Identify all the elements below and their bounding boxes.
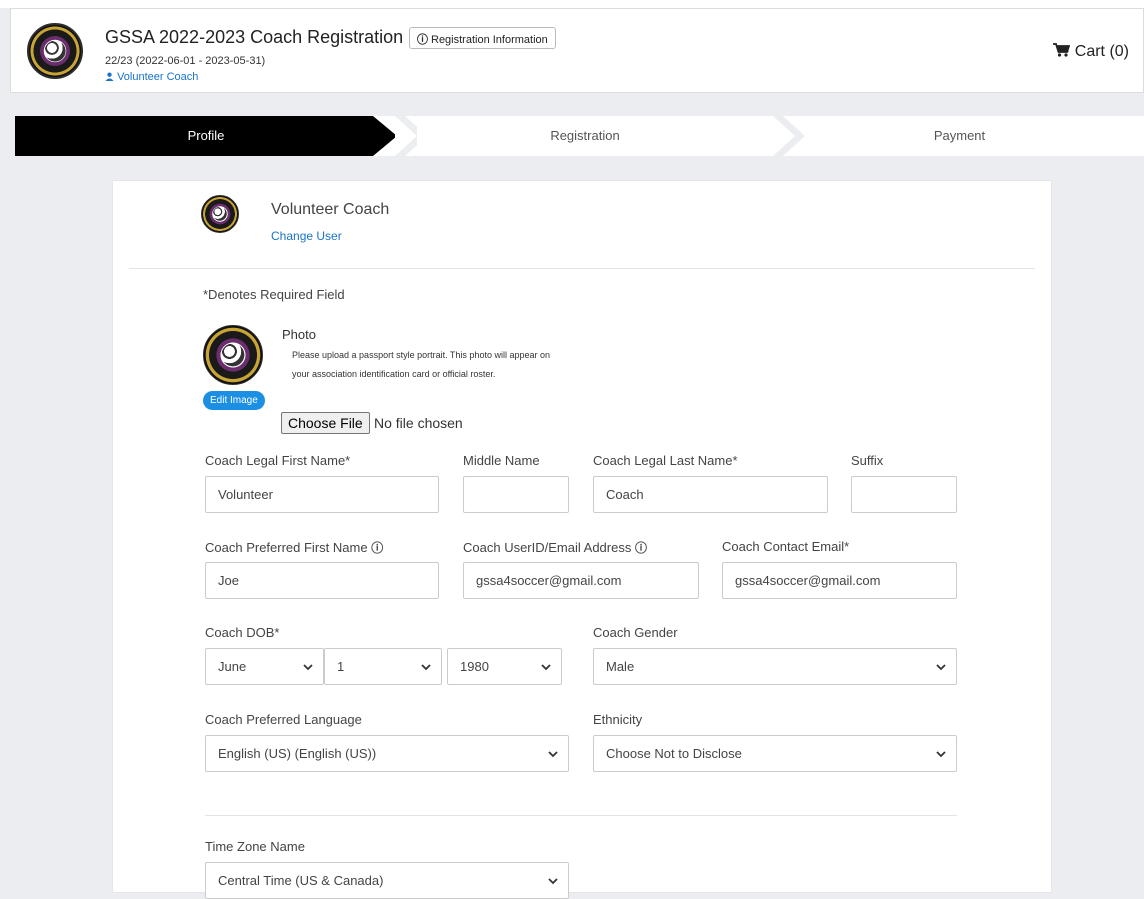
current-user-link[interactable]: Volunteer Coach [105,71,198,83]
last-name-label: Coach Legal Last Name* [593,453,738,468]
preferred-name-input[interactable]: Joe [205,562,439,599]
middle-name-label: Middle Name [463,453,540,468]
shopping-cart-icon [1053,43,1071,57]
chevron-down-icon [548,751,558,758]
chevron-down-icon [548,878,558,885]
chevron-down-icon [936,751,946,758]
page-title: GSSA 2022-2023 Coach Registration [105,27,404,47]
ethnicity-select[interactable]: Choose Not to Disclose [593,735,957,772]
file-status: No file chosen [374,415,463,431]
gender-label: Coach Gender [593,625,678,640]
ethnicity-label: Ethnicity [593,712,643,727]
contact-email-input[interactable]: gssa4soccer@gmail.com [722,562,957,599]
registration-information-button[interactable]: ⓘ Registration Information [409,27,556,49]
registration-steps: Profile Registration Payment [15,116,1144,156]
profile-card: Volunteer Coach Change User *Denotes Req… [112,180,1052,899]
top-strip [0,0,1144,8]
suffix-label: Suffix [851,453,884,468]
timezone-label: Time Zone Name [205,839,305,854]
middle-name-input[interactable] [463,476,569,513]
edit-image-button[interactable]: Edit Image [203,391,265,410]
chevron-down-icon [303,664,313,671]
user-icon [105,72,114,81]
dob-label: Coach DOB* [205,625,280,640]
dob-day-select[interactable]: 1 [324,648,442,685]
cart-button[interactable]: Cart (0) [1053,43,1129,61]
photo-label: Photo [282,327,316,342]
choose-file-button[interactable]: Choose File [281,412,370,434]
gender-select[interactable]: Male [593,648,957,685]
info-circle-icon[interactable]: ⓘ [371,541,383,555]
first-name-label: Coach Legal First Name* [205,453,351,468]
timezone-select[interactable]: Central Time (US & Canada) [205,862,569,899]
step-profile[interactable]: Profile [15,116,397,156]
photo-help-text: Please upload a passport style portrait.… [292,350,550,379]
step-payment[interactable]: Payment [775,116,1144,156]
chevron-down-icon [541,664,551,671]
language-label: Coach Preferred Language [205,712,362,727]
association-logo [27,23,83,79]
first-name-input[interactable]: Volunteer [205,476,439,513]
user-email-input[interactable]: gssa4soccer@gmail.com [463,562,699,599]
language-select[interactable]: English (US) (English (US)) [205,735,569,772]
registration-header: GSSA 2022-2023 Coach Registration ⓘ Regis… [10,8,1144,93]
season-dates: 22/23 (2022-06-01 - 2023-05-31) [105,55,266,67]
step-registration[interactable]: Registration [397,116,773,156]
dob-year-select[interactable]: 1980 [447,648,562,685]
step-separator [395,116,417,156]
photo-preview [203,325,263,385]
contact-email-label: Coach Contact Email* [722,539,850,554]
info-circle-icon: ⓘ [417,34,428,46]
user-avatar [201,195,239,233]
required-field-note: *Denotes Required Field [203,287,345,302]
section-divider [129,268,1035,269]
user-name: Volunteer Coach [271,201,390,218]
preferred-name-label: Coach Preferred First Name ⓘ [205,540,384,555]
chevron-down-icon [936,664,946,671]
chevron-down-icon [421,664,431,671]
info-circle-icon[interactable]: ⓘ [635,541,647,555]
change-user-link[interactable]: Change User [271,229,342,243]
suffix-input[interactable] [851,476,957,513]
user-email-label: Coach UserID/Email Address ⓘ [463,540,647,555]
last-name-input[interactable]: Coach [593,476,828,513]
dob-month-select[interactable]: June [205,648,324,685]
section-divider [205,815,957,816]
